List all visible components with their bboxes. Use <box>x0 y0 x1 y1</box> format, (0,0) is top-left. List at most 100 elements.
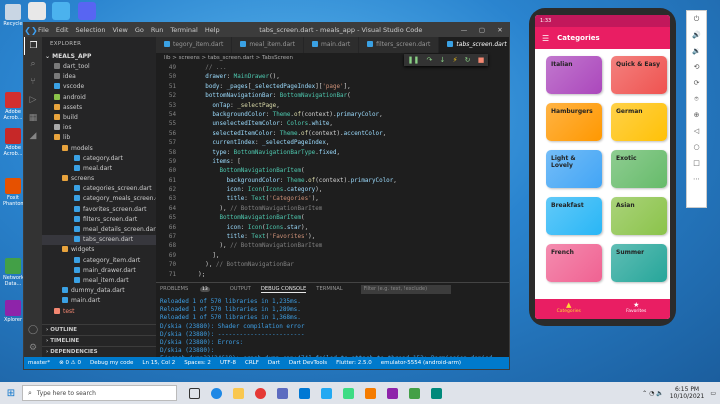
console-filter-input[interactable]: Filter (e.g. text, !exclude) <box>360 284 451 294</box>
explorer-item[interactable]: screens <box>42 174 156 184</box>
timeline-section[interactable]: › TIMELINE <box>42 335 156 346</box>
step-over-icon[interactable]: ↷ <box>426 56 432 64</box>
code-editor[interactable]: 49 // ... 50 drawer: MainDrawer(), 51 body… <box>156 64 509 282</box>
rotate-left-icon[interactable]: ⟲ <box>687 59 706 75</box>
tab-output[interactable]: OUTPUT <box>230 286 251 292</box>
file-explorer-icon[interactable] <box>228 384 248 402</box>
taskbar-clock[interactable]: 6:15 PM 10/10/2021 <box>670 386 705 400</box>
back-icon[interactable]: ◁ <box>687 123 706 139</box>
app-shortcut-icon[interactable] <box>52 2 70 20</box>
desktop-icon[interactable]: Adobe Acrob... <box>3 92 23 121</box>
explorer-item[interactable]: dart_tool <box>42 62 156 72</box>
status-item[interactable]: CRLF <box>245 360 259 366</box>
volume-up-icon[interactable]: 🔊 <box>687 27 706 43</box>
explorer-item[interactable]: lib <box>42 133 156 143</box>
tab-terminal[interactable]: TERMINAL <box>316 286 342 292</box>
close-icon[interactable]: ✕ <box>491 26 509 34</box>
explorer-item[interactable]: category_item.dart <box>42 256 156 266</box>
menu-item-selection[interactable]: Selection <box>75 26 105 34</box>
store-icon[interactable] <box>272 384 292 402</box>
desktop-icon[interactable]: Network Data... <box>3 258 24 287</box>
camera-icon[interactable]: ⌾ <box>687 91 706 107</box>
step-into-icon[interactable]: ↓ <box>440 56 446 64</box>
status-item[interactable]: ⊗ 0 ⚠ 0 <box>59 360 81 366</box>
category-tile[interactable]: Breakfast <box>546 197 602 235</box>
explorer-item[interactable]: meal_item.dart <box>42 276 156 286</box>
taskbar-search[interactable]: ⌕ Type here to search <box>22 385 177 401</box>
desktop-icon[interactable]: Xplorer <box>3 300 23 323</box>
explorer-item[interactable]: category.dart <box>42 154 156 164</box>
explorer-item[interactable]: build <box>42 113 156 123</box>
editor-tab[interactable]: main.dart <box>303 37 360 53</box>
editor-tab[interactable]: tabs_screen.dart <box>439 37 509 53</box>
vscode-taskbar-icon[interactable] <box>316 384 336 402</box>
editor-tab[interactable]: tegory_item.dart <box>156 37 233 53</box>
status-item[interactable]: UTF-8 <box>220 360 236 366</box>
more-icon[interactable]: ⋯ <box>687 171 706 187</box>
explorer-item[interactable]: ios <box>42 123 156 133</box>
tray-chevron-icon[interactable]: ⌃ <box>642 390 647 397</box>
zoom-icon[interactable]: ⊕ <box>687 107 706 123</box>
volume-down-icon[interactable]: 🔉 <box>687 43 706 59</box>
hot-reload-icon[interactable]: ⚡ <box>453 56 458 64</box>
app-icon[interactable] <box>426 384 446 402</box>
category-tile[interactable]: Asian <box>611 197 667 235</box>
editor-tab[interactable]: filters_screen.dart <box>359 37 440 53</box>
rotate-right-icon[interactable]: ⟳ <box>687 75 706 91</box>
explorer-item[interactable]: android <box>42 93 156 103</box>
tab-problems[interactable]: PROBLEMS 13 <box>160 286 220 292</box>
wifi-icon[interactable]: ◔ <box>649 390 654 397</box>
run-debug-icon[interactable]: ▷ <box>24 91 42 109</box>
nav-item-categories[interactable]: ▲ Categories <box>535 299 603 319</box>
explorer-item[interactable]: main.dart <box>42 296 156 306</box>
explorer-item[interactable]: categories_screen.dart <box>42 184 156 194</box>
stop-icon[interactable]: ■ <box>478 56 485 64</box>
explorer-item[interactable]: main_drawer.dart <box>42 266 156 276</box>
explorer-icon[interactable]: ❐ <box>24 37 42 55</box>
desktop-icon[interactable]: Foxit PhantomP... <box>3 178 32 207</box>
notifications-icon[interactable]: ▭ <box>710 390 716 397</box>
explorer-item[interactable]: favorites_screen.dart <box>42 205 156 215</box>
category-tile[interactable]: Quick & Easy <box>611 56 667 94</box>
app-icon[interactable] <box>382 384 402 402</box>
outline-section[interactable]: › OUTLINE <box>42 324 156 335</box>
project-folder[interactable]: ⌄ MEALS_APP <box>42 51 156 62</box>
account-icon[interactable]: ◯ <box>24 321 42 339</box>
editor-tab[interactable]: meal_item.dart <box>232 37 304 53</box>
category-tile[interactable]: Italian <box>546 56 602 94</box>
explorer-item[interactable]: models <box>42 144 156 154</box>
desktop-icon[interactable]: Adobe Acrob... <box>3 128 23 157</box>
hamburger-menu-icon[interactable]: ☰ <box>542 34 549 43</box>
explorer-item[interactable]: meal_details_screen.dart <box>42 225 156 235</box>
dependencies-section[interactable]: › DEPENDENCIES <box>42 346 156 357</box>
category-tile[interactable]: Exotic <box>611 150 667 188</box>
status-item[interactable]: master* <box>28 360 50 366</box>
category-tile[interactable]: French <box>546 244 602 282</box>
status-item[interactable]: Ln 15, Col 2 <box>142 360 175 366</box>
source-control-icon[interactable]: ⑂ <box>24 73 42 91</box>
status-item[interactable]: Spaces: 2 <box>184 360 211 366</box>
category-tile[interactable]: Summer <box>611 244 667 282</box>
app-icon[interactable] <box>360 384 380 402</box>
volume-icon[interactable]: 🔈 <box>656 390 663 397</box>
explorer-item[interactable]: widgets <box>42 245 156 255</box>
pause-icon[interactable]: ❚❚ <box>408 56 420 64</box>
gear-icon[interactable]: ⚙ <box>24 339 42 357</box>
home-icon[interactable]: ○ <box>687 139 706 155</box>
power-icon[interactable]: ⏻ <box>687 11 706 27</box>
menu-item-terminal[interactable]: Terminal <box>170 26 197 34</box>
category-tile[interactable]: German <box>611 103 667 141</box>
windows-start-icon[interactable]: ⊞ <box>0 388 22 399</box>
explorer-item[interactable]: dummy_data.dart <box>42 286 156 296</box>
tab-debug-console[interactable]: DEBUG CONSOLE <box>260 286 307 293</box>
desktop-icon[interactable]: Recycle <box>3 4 23 27</box>
explorer-item[interactable]: category_meals_screen.dart <box>42 194 156 204</box>
edge-icon[interactable] <box>206 384 226 402</box>
menu-item-help[interactable]: Help <box>205 26 220 34</box>
menu-item-edit[interactable]: Edit <box>56 26 69 34</box>
flutter-icon[interactable]: ◢ <box>24 127 42 145</box>
overview-icon[interactable]: □ <box>687 155 706 171</box>
extensions-icon[interactable]: ▦ <box>24 109 42 127</box>
explorer-item[interactable]: test <box>42 307 156 317</box>
menu-item-file[interactable]: File <box>38 26 49 34</box>
